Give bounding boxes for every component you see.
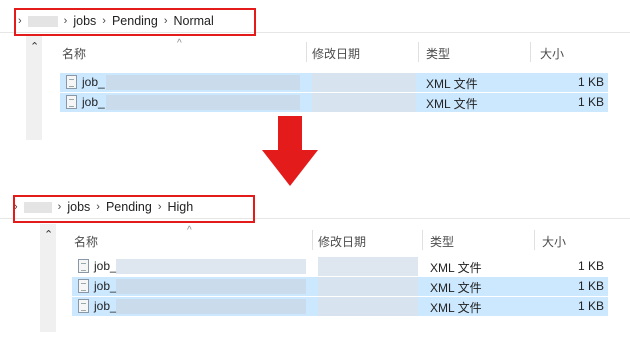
redacted-date bbox=[318, 277, 418, 296]
xml-file-icon bbox=[78, 299, 89, 313]
file-name: job_ bbox=[94, 299, 117, 313]
file-type: XML 文件 bbox=[426, 97, 478, 111]
column-divider[interactable] bbox=[418, 42, 419, 62]
column-divider[interactable] bbox=[534, 230, 535, 250]
file-name: job_ bbox=[82, 95, 105, 109]
column-divider[interactable] bbox=[306, 42, 307, 62]
file-type: XML 文件 bbox=[426, 77, 478, 91]
file-name: job_ bbox=[82, 75, 105, 89]
column-divider[interactable] bbox=[312, 230, 313, 250]
file-name: job_ bbox=[94, 259, 117, 273]
column-header-row: 名称 ^ 修改日期 类型 大小 bbox=[60, 38, 620, 64]
column-type[interactable]: 类型 bbox=[426, 45, 450, 62]
column-name[interactable]: 名称 bbox=[74, 233, 98, 250]
chevron-up-icon[interactable]: ⌃ bbox=[44, 228, 53, 241]
redacted-date bbox=[312, 73, 416, 92]
file-size: 1 KB bbox=[577, 299, 604, 313]
file-row[interactable]: job_ XML 文件 1 KB bbox=[72, 257, 608, 276]
redacted-name bbox=[106, 95, 300, 110]
redacted-date bbox=[312, 93, 416, 112]
redacted-date bbox=[318, 257, 418, 276]
sort-up-icon: ^ bbox=[187, 225, 192, 236]
file-size: 1 KB bbox=[577, 95, 604, 109]
highlight-box bbox=[14, 8, 256, 36]
highlight-box bbox=[13, 195, 255, 223]
file-type: XML 文件 bbox=[430, 261, 482, 275]
column-name[interactable]: 名称 bbox=[62, 45, 86, 62]
column-divider[interactable] bbox=[422, 230, 423, 250]
redacted-name bbox=[116, 259, 306, 274]
column-date[interactable]: 修改日期 bbox=[318, 233, 366, 250]
xml-file-icon bbox=[78, 279, 89, 293]
file-type: XML 文件 bbox=[430, 301, 482, 315]
redacted-name bbox=[116, 279, 306, 294]
file-row[interactable]: job_ XML 文件 1 KB bbox=[60, 93, 608, 112]
sort-up-icon: ^ bbox=[177, 38, 182, 49]
xml-file-icon bbox=[78, 259, 89, 273]
column-type[interactable]: 类型 bbox=[430, 233, 454, 250]
file-row[interactable]: job_ XML 文件 1 KB bbox=[60, 73, 608, 92]
redacted-date bbox=[318, 297, 418, 316]
column-size[interactable]: 大小 bbox=[542, 233, 566, 250]
file-row[interactable]: job_ XML 文件 1 KB bbox=[72, 297, 608, 316]
column-divider[interactable] bbox=[530, 42, 531, 62]
redacted-name bbox=[116, 299, 306, 314]
chevron-up-icon[interactable]: ⌃ bbox=[30, 40, 39, 53]
file-size: 1 KB bbox=[577, 75, 604, 89]
down-arrow-icon bbox=[262, 116, 318, 186]
file-size: 1 KB bbox=[577, 259, 604, 273]
column-date[interactable]: 修改日期 bbox=[312, 45, 360, 62]
file-size: 1 KB bbox=[577, 279, 604, 293]
xml-file-icon bbox=[66, 75, 77, 89]
column-size[interactable]: 大小 bbox=[540, 45, 564, 62]
bottom-explorer-panel: › › jobs › Pending › High ⌃ 名称 ^ 修改日期 类型… bbox=[0, 190, 630, 339]
redacted-name bbox=[106, 75, 300, 90]
file-type: XML 文件 bbox=[430, 281, 482, 295]
column-header-row: 名称 ^ 修改日期 类型 大小 bbox=[72, 225, 612, 252]
xml-file-icon bbox=[66, 95, 77, 109]
file-name: job_ bbox=[94, 279, 117, 293]
file-row[interactable]: job_ XML 文件 1 KB bbox=[72, 277, 608, 296]
